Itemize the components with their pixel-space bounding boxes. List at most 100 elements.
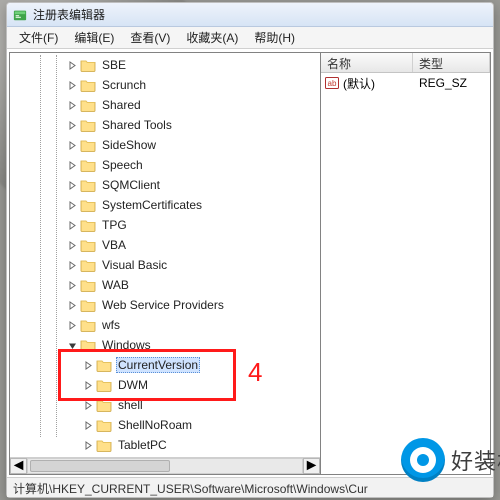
tree-item[interactable]: TPG [18, 215, 254, 235]
folder-icon [80, 198, 96, 212]
scroll-right-button[interactable]: ► [303, 458, 320, 474]
folder-icon [80, 58, 96, 72]
expander-open-icon[interactable] [66, 339, 78, 351]
scroll-thumb[interactable] [30, 460, 170, 472]
expander-closed-icon[interactable] [82, 439, 94, 451]
folder-icon [80, 118, 96, 132]
regedit-icon [13, 8, 27, 22]
column-header-type[interactable]: 类型 [413, 53, 490, 72]
expander-closed-icon[interactable] [66, 139, 78, 151]
tree-item[interactable]: Windows Error Reporting [18, 455, 254, 457]
folder-icon [80, 238, 96, 252]
scroll-track[interactable] [27, 458, 303, 474]
value-row[interactable]: ab (默认) REG_SZ [321, 73, 490, 93]
tree-item-label: shell [116, 398, 145, 412]
menu-view[interactable]: 查看(V) [122, 27, 178, 48]
tree-item-label: Shared [100, 98, 143, 112]
tree-item[interactable]: SQMClient [18, 175, 254, 195]
expander-closed-icon[interactable] [66, 299, 78, 311]
triangle-right-icon: ► [304, 457, 320, 475]
tree-horizontal-scrollbar[interactable]: ◄ ► [10, 457, 320, 474]
expander-closed-icon[interactable] [66, 159, 78, 171]
folder-icon [96, 398, 112, 412]
expander-closed-icon[interactable] [66, 259, 78, 271]
client-area: SBE Scrunch Shared Shared Tools SideShow Spee… [7, 49, 493, 477]
expander-closed-icon[interactable] [82, 399, 94, 411]
tree-item[interactable]: VBA [18, 235, 254, 255]
tree-item[interactable]: CurrentVersion [18, 355, 254, 375]
tree-item[interactable]: Visual Basic [18, 255, 254, 275]
tree-item-label: SystemCertificates [100, 198, 204, 212]
expander-closed-icon[interactable] [82, 419, 94, 431]
expander-closed-icon[interactable] [66, 279, 78, 291]
tree-item-label: CurrentVersion [116, 357, 200, 373]
tree-item-label: Visual Basic [100, 258, 169, 272]
tree-item-label: Shared Tools [100, 118, 174, 132]
titlebar[interactable]: 注册表编辑器 [7, 3, 493, 27]
expander-closed-icon[interactable] [66, 199, 78, 211]
value-type: REG_SZ [413, 76, 490, 90]
tree-item[interactable]: Web Service Providers [18, 295, 254, 315]
folder-icon [96, 378, 112, 392]
regedit-window: 注册表编辑器 文件(F) 编辑(E) 查看(V) 收藏夹(A) 帮助(H) SB… [6, 2, 494, 498]
tree-item[interactable]: TabletPC [18, 435, 254, 455]
expander-closed-icon[interactable] [82, 359, 94, 371]
folder-icon [80, 78, 96, 92]
menu-file[interactable]: 文件(F) [11, 27, 66, 48]
tree-item-label: SQMClient [100, 178, 162, 192]
folder-icon [80, 138, 96, 152]
tree-item[interactable]: DWM [18, 375, 254, 395]
folder-icon [96, 358, 112, 372]
window-title: 注册表编辑器 [33, 6, 105, 23]
folder-icon [80, 158, 96, 172]
menu-edit[interactable]: 编辑(E) [66, 27, 122, 48]
tree-item[interactable]: Windows [18, 335, 254, 355]
scroll-left-button[interactable]: ◄ [10, 458, 27, 474]
tree-item-label: TPG [100, 218, 129, 232]
expander-closed-icon[interactable] [66, 59, 78, 71]
folder-icon [80, 218, 96, 232]
folder-icon [80, 318, 96, 332]
menubar: 文件(F) 编辑(E) 查看(V) 收藏夹(A) 帮助(H) [7, 27, 493, 49]
tree-item[interactable]: shell [18, 395, 254, 415]
expander-closed-icon[interactable] [82, 379, 94, 391]
folder-icon [96, 418, 112, 432]
tree-item[interactable]: Speech [18, 155, 254, 175]
tree-item[interactable]: Shared [18, 95, 254, 115]
tree-item[interactable]: ShellNoRoam [18, 415, 254, 435]
values-panel: 名称 类型 ab (默认) REG_SZ [321, 52, 491, 475]
expander-closed-icon[interactable] [66, 219, 78, 231]
expander-closed-icon[interactable] [66, 79, 78, 91]
tree-item-label: WAB [100, 278, 131, 292]
expander-closed-icon[interactable] [66, 179, 78, 191]
tree-item-label: Web Service Providers [100, 298, 226, 312]
tree-item-label: VBA [100, 238, 128, 252]
column-header-name[interactable]: 名称 [321, 53, 413, 72]
folder-icon [80, 278, 96, 292]
tree-item[interactable]: Shared Tools [18, 115, 254, 135]
folder-icon [80, 338, 96, 352]
folder-icon [80, 258, 96, 272]
tree-panel: SBE Scrunch Shared Shared Tools SideShow Spee… [9, 52, 321, 475]
expander-closed-icon[interactable] [66, 319, 78, 331]
svg-text:ab: ab [328, 79, 337, 88]
tree-item[interactable]: Scrunch [18, 75, 254, 95]
tree-item[interactable]: SBE [18, 55, 254, 75]
expander-closed-icon[interactable] [66, 119, 78, 131]
tree-item[interactable]: SystemCertificates [18, 195, 254, 215]
menu-favorites[interactable]: 收藏夹(A) [178, 27, 246, 48]
tree-item-label: Scrunch [100, 78, 148, 92]
folder-icon [80, 178, 96, 192]
tree-item-label: SideShow [100, 138, 158, 152]
tree-item[interactable]: WAB [18, 275, 254, 295]
expander-closed-icon[interactable] [66, 99, 78, 111]
tree-viewport[interactable]: SBE Scrunch Shared Shared Tools SideShow Spee… [10, 53, 320, 457]
menu-help[interactable]: 帮助(H) [246, 27, 303, 48]
value-name: (默认) [343, 75, 375, 92]
values-body[interactable]: ab (默认) REG_SZ [321, 73, 490, 474]
expander-closed-icon[interactable] [66, 239, 78, 251]
tree-item[interactable]: SideShow [18, 135, 254, 155]
tree-item-label: SBE [100, 58, 128, 72]
tree-item[interactable]: wfs [18, 315, 254, 335]
folder-icon [80, 298, 96, 312]
